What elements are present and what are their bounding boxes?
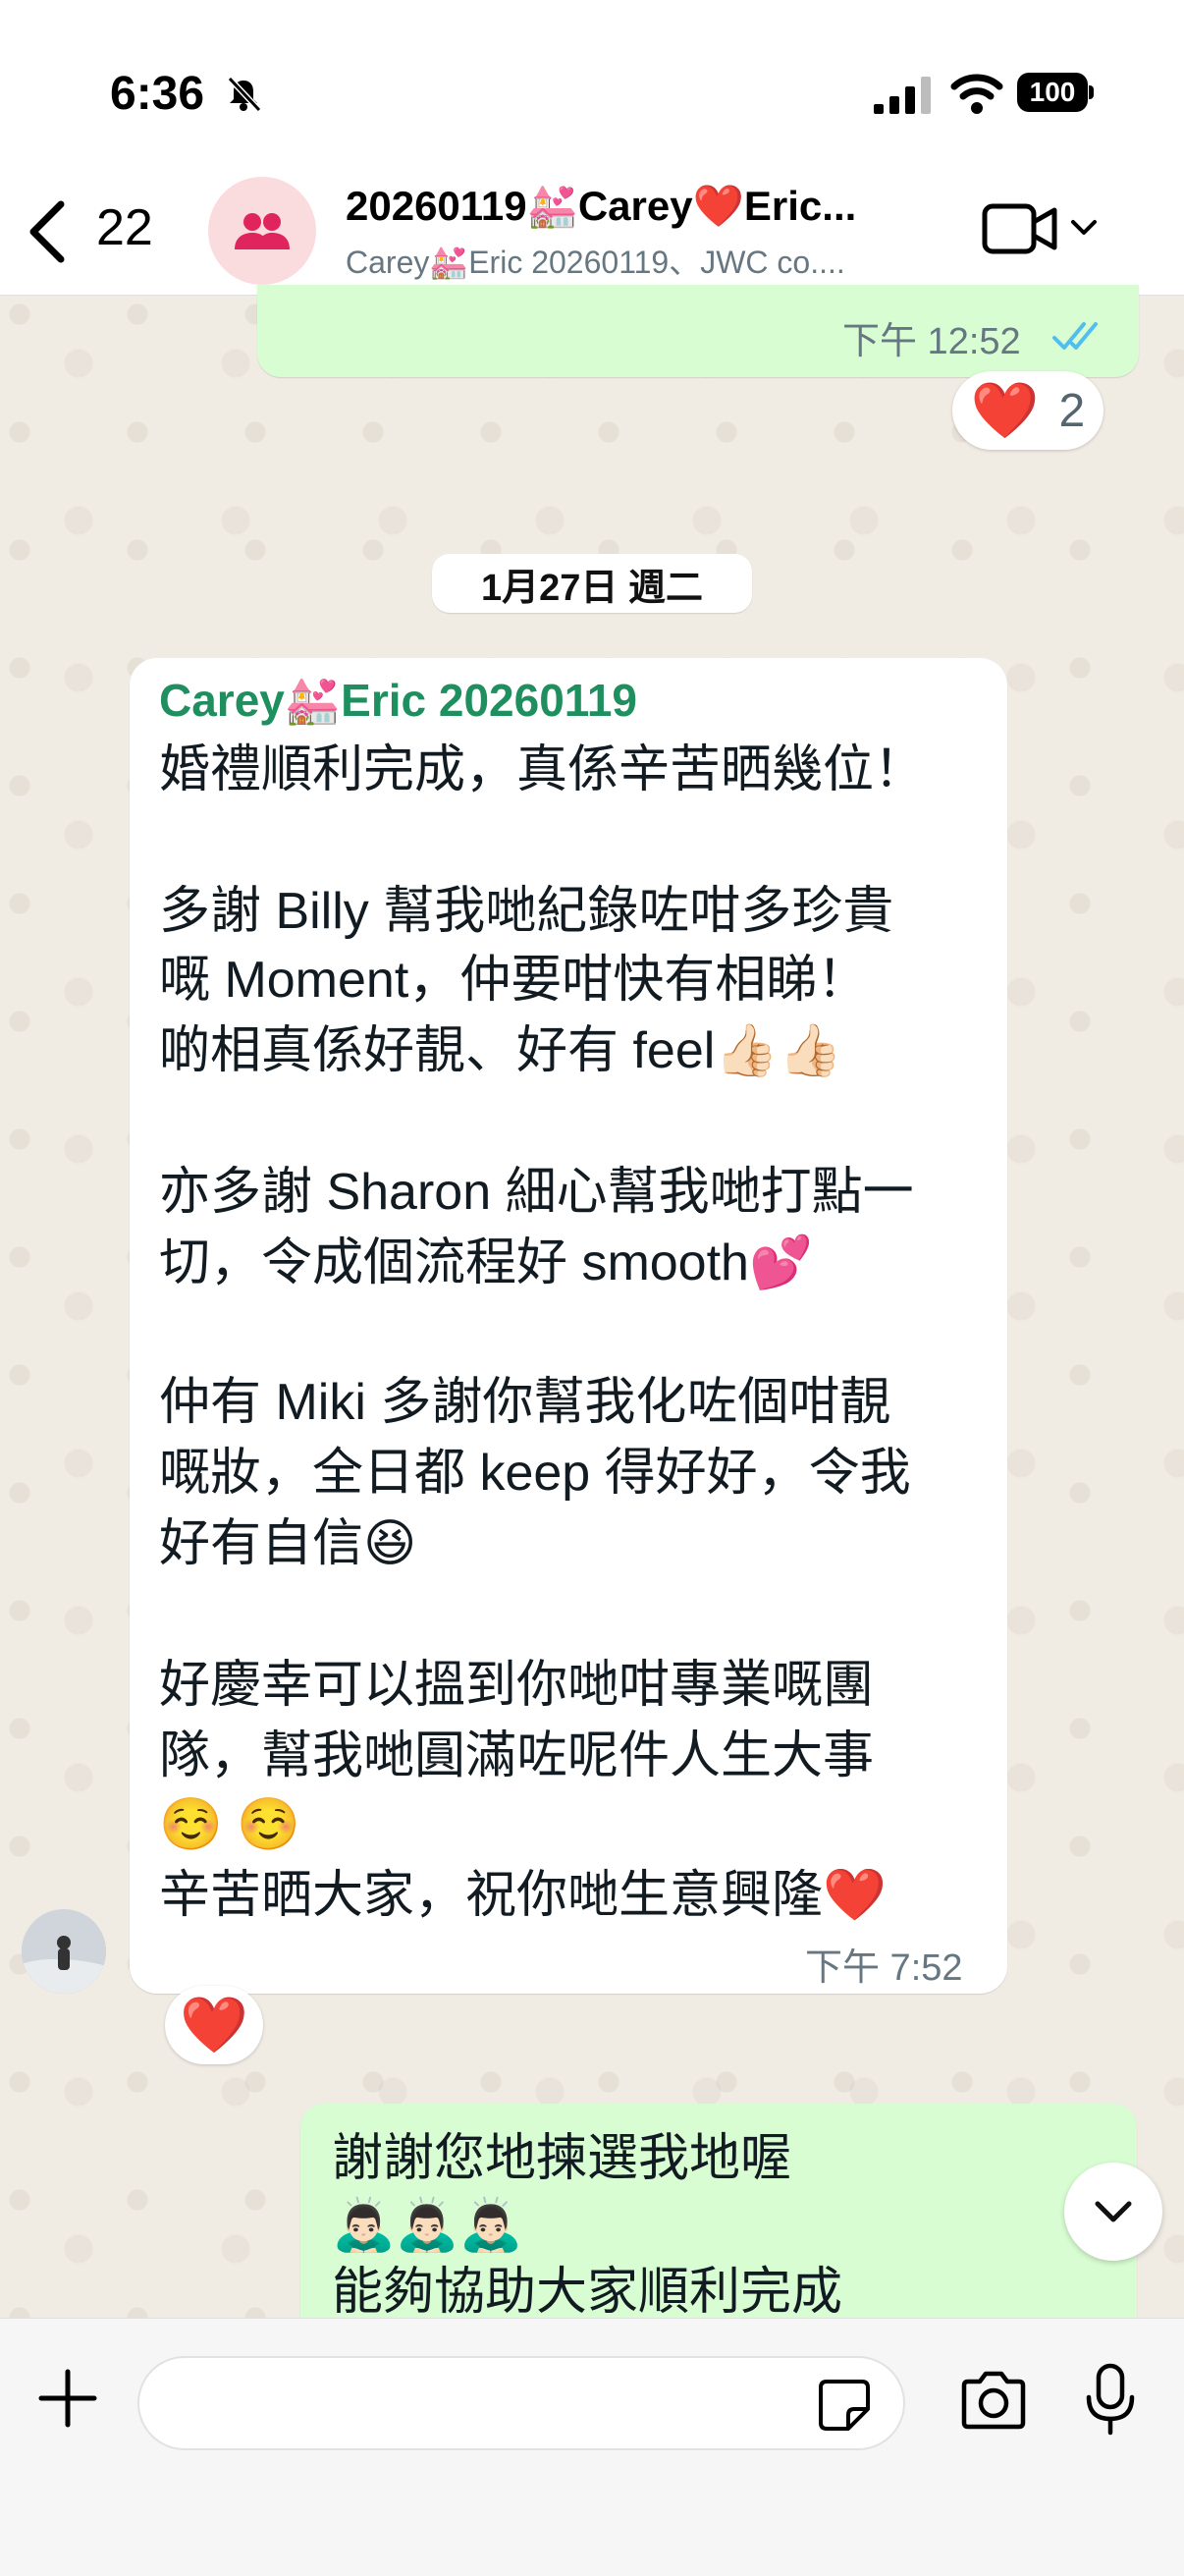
- message-line: 多謝 Billy 幫我哋紀錄咗咁多珍貴: [159, 883, 894, 940]
- message-time: 下午 12:52: [842, 321, 1021, 362]
- status-time: 6:36: [110, 68, 205, 120]
- message-line: 嘅 Moment，仲要咁快有相睇！: [159, 952, 869, 1009]
- group-icon: [235, 213, 290, 249]
- heart-reaction: ❤️: [180, 1994, 248, 2055]
- message-input[interactable]: [137, 2356, 905, 2450]
- message-time: 下午 7:52: [805, 1947, 963, 1989]
- back-unread-count[interactable]: 22: [96, 198, 153, 257]
- message-line: 切，令成個流程好 smooth💕: [159, 1234, 813, 1291]
- outgoing-message-previous[interactable]: 下午 12:52: [257, 285, 1139, 377]
- camera-icon[interactable]: [958, 2368, 1029, 2433]
- message-line: 辛苦晒大家，祝你哋生意興隆❤️: [159, 1867, 887, 1924]
- date-separator: 1月27日 週二: [432, 554, 752, 613]
- chat-title[interactable]: 20260119💒Carey❤️Eric...: [346, 183, 895, 231]
- signal-icon: [874, 77, 931, 114]
- status-bar: 6:36 100: [0, 0, 1184, 177]
- input-bar: [0, 2318, 1184, 2576]
- battery-level: 100: [1017, 73, 1088, 112]
- sender-name[interactable]: Carey💒Eric 20260119: [159, 674, 637, 728]
- message-line: 好有自信😆: [159, 1515, 417, 1572]
- chat-header: 22 20260119💒Carey❤️Eric... Carey💒Eric 20…: [0, 177, 1184, 296]
- chevron-down-icon: [1095, 2201, 1132, 2222]
- message-line: 婚禮順利完成，真係辛苦晒幾位！: [159, 741, 926, 798]
- video-call-icon[interactable]: [982, 200, 1058, 257]
- sticker-icon[interactable]: [817, 2378, 872, 2433]
- message-line: 🙇🏻‍♂️🙇🏻‍♂️🙇🏻‍♂️: [332, 2197, 523, 2254]
- group-avatar[interactable]: [208, 177, 316, 285]
- heart-reaction: ❤️: [970, 379, 1040, 441]
- reaction-count: 2: [1058, 384, 1086, 437]
- message-line: 啲相真係好靚、好有 feel👍🏻👍🏻: [159, 1022, 842, 1079]
- message-line: 仲有 Miki 多謝你幫我化咗個咁靚: [159, 1374, 891, 1431]
- plus-icon[interactable]: [37, 2368, 98, 2429]
- mute-icon: [227, 76, 262, 113]
- double-check-icon: [1052, 322, 1098, 350]
- message-line: 亦多謝 Sharon 細心幫我哋打點一: [159, 1164, 914, 1221]
- wifi-icon: [950, 74, 1003, 114]
- message-line: ☺️ ☺️: [159, 1796, 300, 1853]
- back-chevron-icon[interactable]: [20, 192, 79, 271]
- avatar[interactable]: [22, 1909, 106, 1994]
- message-line: 謝謝您地揀選我地喔: [332, 2130, 792, 2187]
- mic-icon[interactable]: [1084, 2362, 1137, 2437]
- reaction-pill[interactable]: ❤️: [165, 1986, 263, 2064]
- message-line: 隊，幫我哋圓滿咗呢件人生大事: [159, 1727, 875, 1784]
- message-line: 嘅妝，全日都 keep 得好好，令我: [159, 1445, 911, 1502]
- chevron-down-icon[interactable]: [1070, 218, 1098, 238]
- reaction-pill[interactable]: ❤️ 2: [952, 371, 1103, 450]
- battery-icon: 100: [1017, 73, 1094, 112]
- message-line: 好慶幸可以搵到你哋咁專業嘅團: [159, 1657, 875, 1714]
- scroll-down-button[interactable]: [1064, 2163, 1162, 2261]
- chat-subtitle[interactable]: Carey💒Eric 20260119、JWC co....: [346, 238, 935, 283]
